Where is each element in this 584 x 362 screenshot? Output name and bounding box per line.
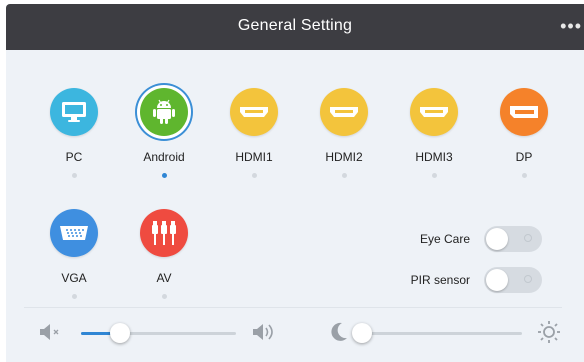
pir-sensor-row: PIR sensor xyxy=(411,267,542,293)
more-dots-icon[interactable]: ••• xyxy=(560,16,582,37)
source-hdmi1[interactable]: HDMI1 xyxy=(209,88,299,178)
hdmi-icon xyxy=(320,88,368,136)
toggle-knob xyxy=(486,269,508,291)
source-av[interactable]: AV xyxy=(119,209,209,299)
source-label: HDMI2 xyxy=(325,150,363,164)
source-label: Android xyxy=(143,150,185,164)
displayport-icon xyxy=(500,88,548,136)
source-indicator-dot xyxy=(71,173,77,178)
source-dp[interactable]: DP xyxy=(479,88,569,178)
source-vga[interactable]: VGA xyxy=(29,209,119,299)
source-label: AV xyxy=(156,271,172,285)
volume-thumb[interactable] xyxy=(109,323,130,343)
pir-sensor-label: PIR sensor xyxy=(410,273,470,287)
off-ring-icon xyxy=(524,275,532,283)
android-icon xyxy=(140,88,188,136)
off-ring-icon xyxy=(524,234,532,242)
source-label: PC xyxy=(65,150,83,164)
source-label: DP xyxy=(515,150,533,164)
source-indicator-dot xyxy=(161,294,167,299)
page-title: General Setting xyxy=(237,17,353,34)
moon-icon[interactable] xyxy=(330,322,348,347)
source-indicator-dot xyxy=(71,294,77,299)
source-android[interactable]: Android xyxy=(119,88,209,178)
source-indicator-dot xyxy=(251,173,257,178)
header-bar: General Setting ••• xyxy=(6,4,584,50)
source-label: HDMI3 xyxy=(415,150,453,164)
general-setting-panel: General Setting ••• PC Android HDMI1 HDM… xyxy=(6,4,584,362)
brightness-thumb[interactable] xyxy=(352,323,372,343)
source-pc[interactable]: PC xyxy=(29,88,119,178)
monitor-icon xyxy=(50,88,98,136)
brightness-slider[interactable] xyxy=(352,323,522,343)
hdmi-icon xyxy=(410,88,458,136)
source-indicator-dot xyxy=(521,173,527,178)
source-label: HDMI1 xyxy=(235,150,273,164)
source-label: VGA xyxy=(61,271,87,285)
hdmi-icon xyxy=(230,88,278,136)
pir-sensor-toggle[interactable] xyxy=(484,267,542,293)
divider xyxy=(24,307,562,308)
source-indicator-dot xyxy=(341,173,347,178)
speaker-icon[interactable] xyxy=(252,323,278,346)
eye-care-label: Eye Care xyxy=(419,232,470,246)
sun-icon[interactable] xyxy=(538,321,560,348)
source-indicator-dot-active xyxy=(161,173,167,178)
eye-care-row: Eye Care xyxy=(420,226,542,252)
av-rca-icon xyxy=(140,209,188,257)
speaker-mute-icon[interactable] xyxy=(39,323,63,346)
volume-slider[interactable] xyxy=(81,323,236,343)
eye-care-toggle[interactable] xyxy=(484,226,542,252)
toggle-knob xyxy=(486,228,508,250)
vga-icon xyxy=(50,209,98,257)
source-indicator-dot xyxy=(431,173,437,178)
source-hdmi2[interactable]: HDMI2 xyxy=(299,88,389,178)
source-hdmi3[interactable]: HDMI3 xyxy=(389,88,479,178)
